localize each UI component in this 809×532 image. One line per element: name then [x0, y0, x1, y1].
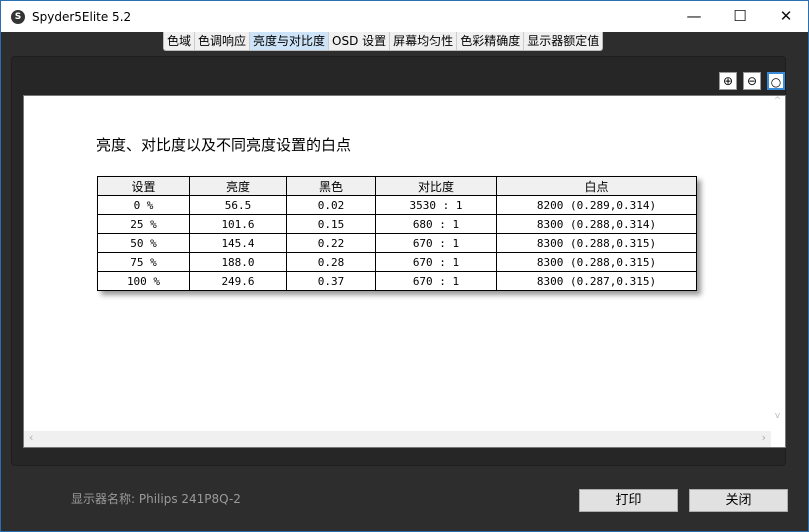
table-cell: 8300 (0.288,0.314) — [496, 214, 697, 234]
column-header: 白点 — [496, 176, 697, 196]
zoom-out-icon[interactable]: ⊖ — [743, 72, 761, 90]
tab-color-accuracy[interactable]: 色彩精确度 — [457, 32, 525, 50]
table-cell: 101.6 — [189, 214, 287, 234]
monitor-name-label: 显示器名称: Philips 241P8Q-2 — [71, 492, 241, 506]
table-cell: 50 % — [97, 233, 190, 253]
table-row: 25 % 101.6 0.15 680 : 1 8300 (0.288,0.314) — [97, 214, 697, 234]
table-cell: 8300 (0.288,0.315) — [496, 252, 697, 272]
window-title: Spyder5Elite 5.2 — [32, 9, 132, 24]
table-cell: 56.5 — [189, 195, 287, 215]
horizontal-scrollbar[interactable]: ‹ › — [24, 431, 771, 447]
table-row: 0 % 56.5 0.02 3530 : 1 8200 (0.289,0.314) — [97, 195, 697, 215]
brightness-table: 设置 亮度 黑色 对比度 白点 0 % 56.5 0.02 3530 : 1 8200 … — [97, 176, 697, 291]
print-button[interactable]: 打印 — [579, 489, 678, 512]
tab-uniformity[interactable]: 屏幕均匀性 — [390, 32, 458, 50]
table-cell: 25 % — [97, 214, 190, 234]
table-cell: 249.6 — [189, 271, 287, 291]
column-header: 亮度 — [189, 176, 287, 196]
title-bar: S Spyder5Elite 5.2 — ☐ ✕ — [1, 1, 808, 32]
zoom-fit-icon[interactable]: ○ — [767, 72, 785, 90]
table-cell: 3530 : 1 — [375, 195, 497, 215]
table-cell: 0.22 — [286, 233, 376, 253]
table-cell: 75 % — [97, 252, 190, 272]
tab-gamut[interactable]: 色域 — [164, 32, 196, 50]
table-cell: 8300 (0.287,0.315) — [496, 271, 697, 291]
table-row: 100 % 249.6 0.37 670 : 1 8300 (0.287,0.315) — [97, 271, 697, 291]
table-cell: 0.37 — [286, 271, 376, 291]
zoom-in-icon[interactable]: ⊕ — [719, 72, 737, 90]
table-cell: 0.28 — [286, 252, 376, 272]
table-cell: 670 : 1 — [375, 233, 497, 253]
tab-brightness-contrast[interactable]: 亮度与对比度 — [250, 32, 330, 50]
tab-osd-settings[interactable]: OSD 设置 — [329, 32, 391, 50]
table-cell: 670 : 1 — [375, 252, 497, 272]
column-header: 设置 — [97, 176, 190, 196]
table-cell: 670 : 1 — [375, 271, 497, 291]
column-header: 黑色 — [286, 176, 376, 196]
tab-monitor-rating[interactable]: 显示器额定值 — [524, 32, 602, 50]
tab-bar: 色域 色调响应 亮度与对比度 OSD 设置 屏幕均匀性 色彩精确度 显示器额定值 — [163, 32, 604, 51]
report-view: 亮度、对比度以及不同亮度设置的白点 设置 亮度 黑色 对比度 白点 0 % 56.… — [23, 95, 786, 448]
table-cell: 0.15 — [286, 214, 376, 234]
column-header: 对比度 — [375, 176, 497, 196]
tab-tone-response[interactable]: 色调响应 — [195, 32, 251, 50]
minimize-button[interactable]: — — [671, 1, 717, 32]
close-button[interactable]: 关闭 — [689, 489, 788, 512]
app-logo-icon: S — [11, 9, 25, 24]
table-row: 50 % 145.4 0.22 670 : 1 8300 (0.288,0.315) — [97, 233, 697, 253]
vertical-scrollbar[interactable]: ^ v — [770, 96, 785, 431]
table-cell: 680 : 1 — [375, 214, 497, 234]
table-cell: 145.4 — [189, 233, 287, 253]
table-cell: 0 % — [97, 195, 190, 215]
table-cell: 100 % — [97, 271, 190, 291]
maximize-button[interactable]: ☐ — [717, 1, 763, 32]
report-heading: 亮度、对比度以及不同亮度设置的白点 — [96, 136, 352, 154]
table-row: 75 % 188.0 0.28 670 : 1 8300 (0.288,0.315) — [97, 252, 697, 272]
table-cell: 8300 (0.288,0.315) — [496, 233, 697, 253]
table-cell: 0.02 — [286, 195, 376, 215]
table-cell: 8200 (0.289,0.314) — [496, 195, 697, 215]
close-window-button[interactable]: ✕ — [763, 1, 809, 32]
table-cell: 188.0 — [189, 252, 287, 272]
